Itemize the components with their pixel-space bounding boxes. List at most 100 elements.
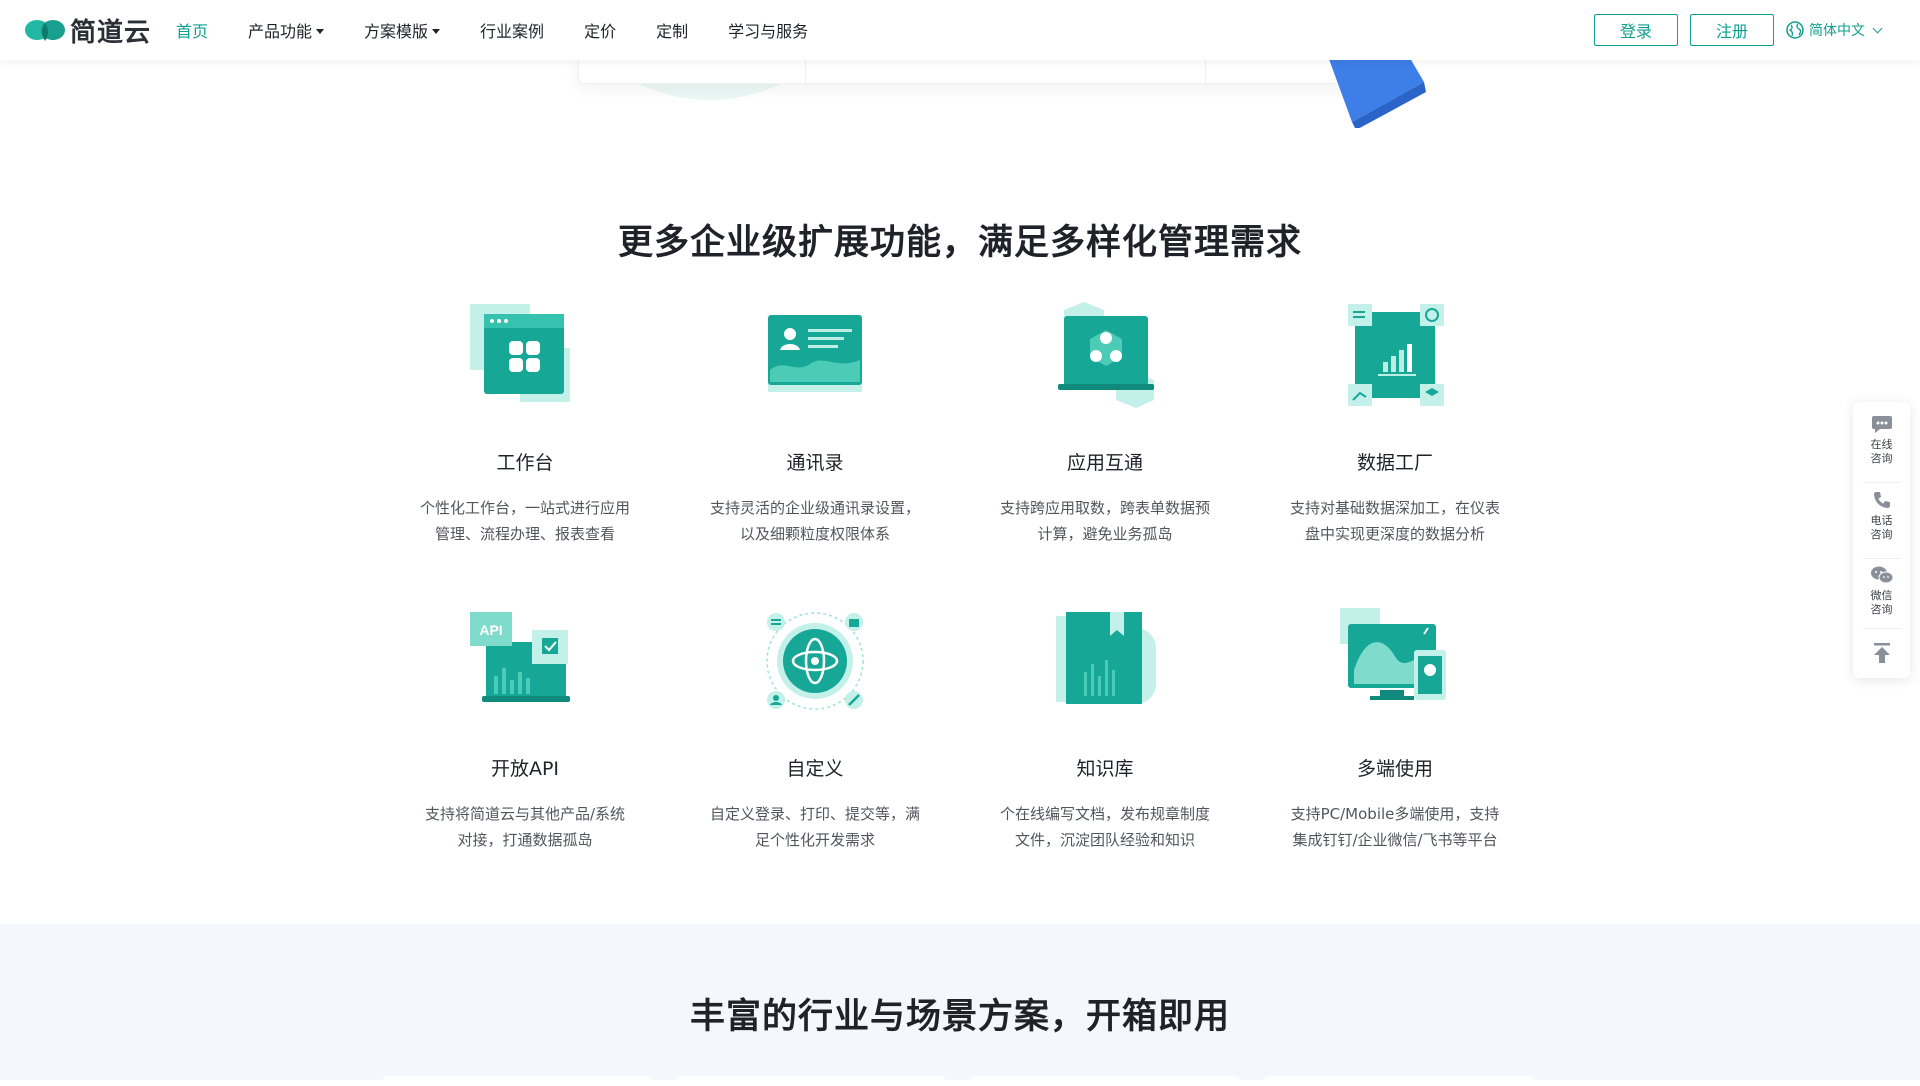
description-line: 文件，沉淀团队经验和知识 [1014, 831, 1195, 849]
caret-down-icon [316, 28, 325, 34]
contacts-icon [768, 315, 862, 392]
feature-description: 个性化工作台，一站式进行应用 管理、流程办理、报表查看 [380, 495, 670, 547]
feature-name: 多端使用 [1356, 758, 1433, 780]
nav-item-home[interactable]: 首页 [176, 18, 208, 42]
feature-description: 支持将简道云与其他产品/系统 对接，打通数据孤岛 [380, 801, 670, 853]
nav-item-label: 行业案例 [480, 22, 545, 41]
data-factory-icon [1348, 304, 1444, 406]
feature-card-multi-device: 多端使用 支持PC/Mobile多端使用，支持 集成钉钉/企业微信/飞书等平台 [1250, 606, 1540, 853]
multi-device-icon [1340, 608, 1446, 700]
phone-consult-button[interactable]: 电话 咨询 [1853, 490, 1910, 542]
description-line: 支持跨应用取数，跨表单数据预 [999, 499, 1210, 517]
description-line: 支持PC/Mobile多端使用，支持 [1290, 805, 1500, 823]
top-navigation-bar: 简道云 首页 产品功能 方案模版 行业案例 定价 定制 学习与服务 登录 注册 … [0, 0, 1920, 60]
feature-card-contacts: 通讯录 支持灵活的企业级通讯录设置， 以及细颗粒度权限体系 [670, 300, 960, 547]
logo-mark-icon [25, 20, 65, 41]
feature-card-customize: 自定义 自定义登录、打印、提交等，满 足个性化开发需求 [670, 606, 960, 853]
feature-description: 支持跨应用取数，跨表单数据预 计算，避免业务孤岛 [960, 495, 1250, 547]
feature-card-workbench: 工作台 个性化工作台，一站式进行应用 管理、流程办理、报表查看 [380, 300, 670, 547]
consult-label: 咨询 [1870, 452, 1893, 465]
language-selector[interactable]: 简体中文 [1786, 19, 1883, 41]
description-line: 对接，打通数据孤岛 [457, 831, 593, 849]
description-line: 计算，避免业务孤岛 [1037, 525, 1173, 543]
solution-card[interactable] [382, 1076, 652, 1086]
knowledge-base-icon [1056, 612, 1156, 704]
divider [1863, 482, 1900, 483]
side-consult-bar: 在线 咨询 电话 咨询 微信 咨询 [1853, 402, 1910, 678]
globe-icon [1786, 21, 1804, 39]
nav-item-templates[interactable]: 方案模版 [364, 18, 441, 42]
main-nav: 首页 产品功能 方案模版 行业案例 定价 定制 学习与服务 [176, 0, 848, 60]
features-section-title: 更多企业级扩展功能，满足多样化管理需求 [617, 223, 1302, 263]
caret-down-icon [432, 28, 441, 34]
nav-item-label: 定价 [584, 22, 617, 41]
hero-decoration-divider [805, 60, 806, 84]
solutions-section-title: 丰富的行业与场景方案，开箱即用 [689, 997, 1230, 1037]
divider [1863, 558, 1900, 559]
solution-card[interactable] [970, 1076, 1240, 1086]
description-line: 以及细颗粒度权限体系 [739, 525, 890, 543]
consult-label: 咨询 [1870, 528, 1893, 541]
back-to-top-icon [1873, 643, 1890, 663]
feature-description: 支持对基础数据深加工，在仪表 盘中实现更深度的数据分析 [1250, 495, 1540, 547]
nav-item-custom[interactable]: 定制 [656, 18, 688, 42]
feature-description: 支持PC/Mobile多端使用，支持 集成钉钉/企业微信/飞书等平台 [1250, 801, 1540, 853]
register-button[interactable]: 注册 [1690, 14, 1774, 46]
consult-label: 电话 [1870, 514, 1893, 527]
nav-item-cases[interactable]: 行业案例 [480, 18, 544, 42]
nav-item-label: 首页 [176, 22, 209, 41]
description-line: 集成钉钉/企业微信/飞书等平台 [1292, 831, 1498, 849]
nav-item-label: 定制 [656, 22, 689, 41]
feature-name: 工作台 [496, 452, 554, 474]
phone-icon [1873, 492, 1890, 508]
language-label: 简体中文 [1809, 23, 1865, 39]
consult-label: 在线 [1870, 438, 1893, 451]
description-line: 管理、流程办理、报表查看 [434, 525, 615, 543]
feature-description: 个在线编写文档，发布规章制度 文件，沉淀团队经验和知识 [960, 801, 1250, 853]
feature-card-knowledge-base: 知识库 个在线编写文档，发布规章制度 文件，沉淀团队经验和知识 [960, 606, 1250, 853]
workbench-icon [470, 304, 570, 402]
nav-item-pricing[interactable]: 定价 [584, 18, 616, 42]
divider [1863, 628, 1900, 629]
feature-name: 数据工厂 [1356, 452, 1433, 474]
feature-description: 自定义登录、打印、提交等，满 足个性化开发需求 [670, 801, 960, 853]
online-consult-button[interactable]: 在线 咨询 [1853, 414, 1910, 466]
chevron-down-icon [1872, 23, 1883, 33]
description-line: 个在线编写文档，发布规章制度 [999, 805, 1210, 823]
description-line: 支持将简道云与其他产品/系统 [424, 805, 626, 823]
app-interop-icon [1058, 302, 1154, 408]
nav-item-label: 方案模版 [364, 22, 429, 41]
description-line: 支持灵活的企业级通讯录设置， [709, 499, 920, 517]
feature-name: 应用互通 [1066, 452, 1143, 474]
logo[interactable]: 简道云 [24, 14, 152, 48]
nav-item-label: 产品功能 [248, 22, 313, 41]
consult-label: 微信 [1870, 589, 1893, 602]
feature-card-data-factory: 数据工厂 支持对基础数据深加工，在仪表 盘中实现更深度的数据分析 [1250, 300, 1540, 547]
logo-text: 简道云 [70, 17, 152, 48]
solution-card[interactable] [1264, 1076, 1534, 1086]
wechat-consult-button[interactable]: 微信 咨询 [1853, 565, 1910, 617]
description-line: 盘中实现更深度的数据分析 [1304, 525, 1485, 543]
solution-card[interactable] [676, 1076, 946, 1086]
back-to-top-button[interactable] [1853, 642, 1910, 668]
feature-card-app-interop: 应用互通 支持跨应用取数，跨表单数据预 计算，避免业务孤岛 [960, 300, 1250, 547]
chat-bubble-icon [1871, 416, 1892, 433]
customize-icon [766, 612, 864, 710]
hero-decoration-divider [1205, 60, 1206, 84]
description-line: 足个性化开发需求 [754, 831, 875, 849]
svg-text:API: API [479, 622, 502, 638]
description-line: 自定义登录、打印、提交等，满 [709, 805, 920, 823]
wechat-icon [1870, 566, 1893, 584]
feature-card-open-api: API 开放API 支持将简道云与其他产品/系统 对接，打通数据孤岛 [380, 606, 670, 853]
feature-name: 通讯录 [786, 452, 844, 474]
feature-description: 支持灵活的企业级通讯录设置， 以及细颗粒度权限体系 [670, 495, 960, 547]
open-api-icon: API [470, 612, 570, 702]
nav-item-product[interactable]: 产品功能 [248, 18, 325, 42]
login-button[interactable]: 登录 [1594, 14, 1678, 46]
nav-item-label: 学习与服务 [728, 22, 809, 41]
nav-item-learning[interactable]: 学习与服务 [728, 18, 808, 42]
feature-name: 知识库 [1076, 758, 1134, 780]
feature-name: 自定义 [786, 758, 844, 780]
description-line: 支持对基础数据深加工，在仪表 [1289, 499, 1500, 517]
feature-name: 开放API [490, 758, 560, 780]
